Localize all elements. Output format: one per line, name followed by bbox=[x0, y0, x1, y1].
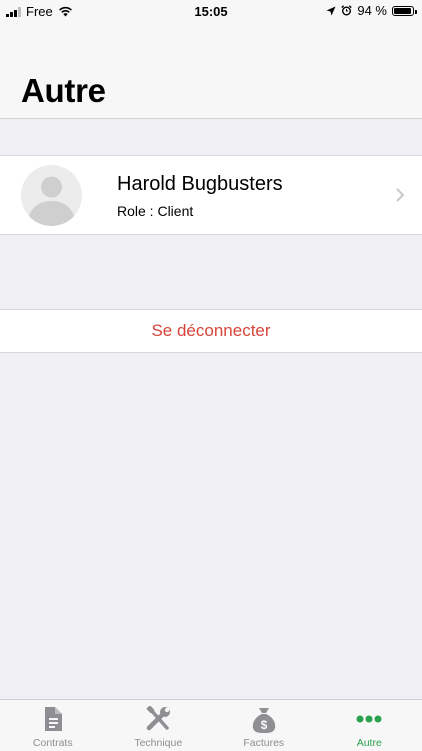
tab-label: Contrats bbox=[0, 737, 106, 749]
chevron-right-icon bbox=[396, 188, 404, 202]
tab-label: Technique bbox=[106, 737, 212, 749]
avatar bbox=[21, 165, 82, 226]
logout-button[interactable]: Se déconnecter bbox=[0, 309, 422, 353]
document-icon bbox=[41, 706, 65, 732]
tab-label: Autre bbox=[317, 737, 422, 749]
page-title: Autre bbox=[21, 72, 106, 110]
user-role: Role : Client bbox=[117, 203, 193, 219]
tab-factures[interactable]: $ Factures bbox=[211, 700, 317, 751]
battery-icon bbox=[392, 6, 414, 16]
profile-cell[interactable]: Harold Bugbusters Role : Client bbox=[0, 155, 422, 235]
location-arrow-icon bbox=[326, 6, 336, 16]
tab-technique[interactable]: Technique bbox=[106, 700, 212, 751]
svg-text:$: $ bbox=[260, 718, 267, 732]
money-bag-icon: $ bbox=[251, 706, 277, 734]
status-bar: Free 15:05 94 % bbox=[0, 0, 422, 22]
status-right: 94 % bbox=[326, 3, 414, 18]
tab-autre[interactable]: Autre bbox=[317, 700, 422, 751]
tab-contrats[interactable]: Contrats bbox=[0, 700, 106, 751]
user-name: Harold Bugbusters bbox=[117, 173, 283, 196]
battery-level bbox=[394, 8, 411, 14]
tab-label: Factures bbox=[211, 737, 317, 749]
user-placeholder-icon bbox=[21, 165, 82, 226]
battery-percent: 94 % bbox=[357, 3, 387, 18]
tools-icon bbox=[144, 706, 172, 732]
logout-label: Se déconnecter bbox=[0, 310, 422, 352]
navigation-header: Autre bbox=[0, 22, 422, 119]
alarm-icon bbox=[341, 5, 352, 16]
more-dots-icon bbox=[356, 706, 382, 732]
tab-bar: Contrats Technique $ Factures Autre bbox=[0, 699, 422, 751]
